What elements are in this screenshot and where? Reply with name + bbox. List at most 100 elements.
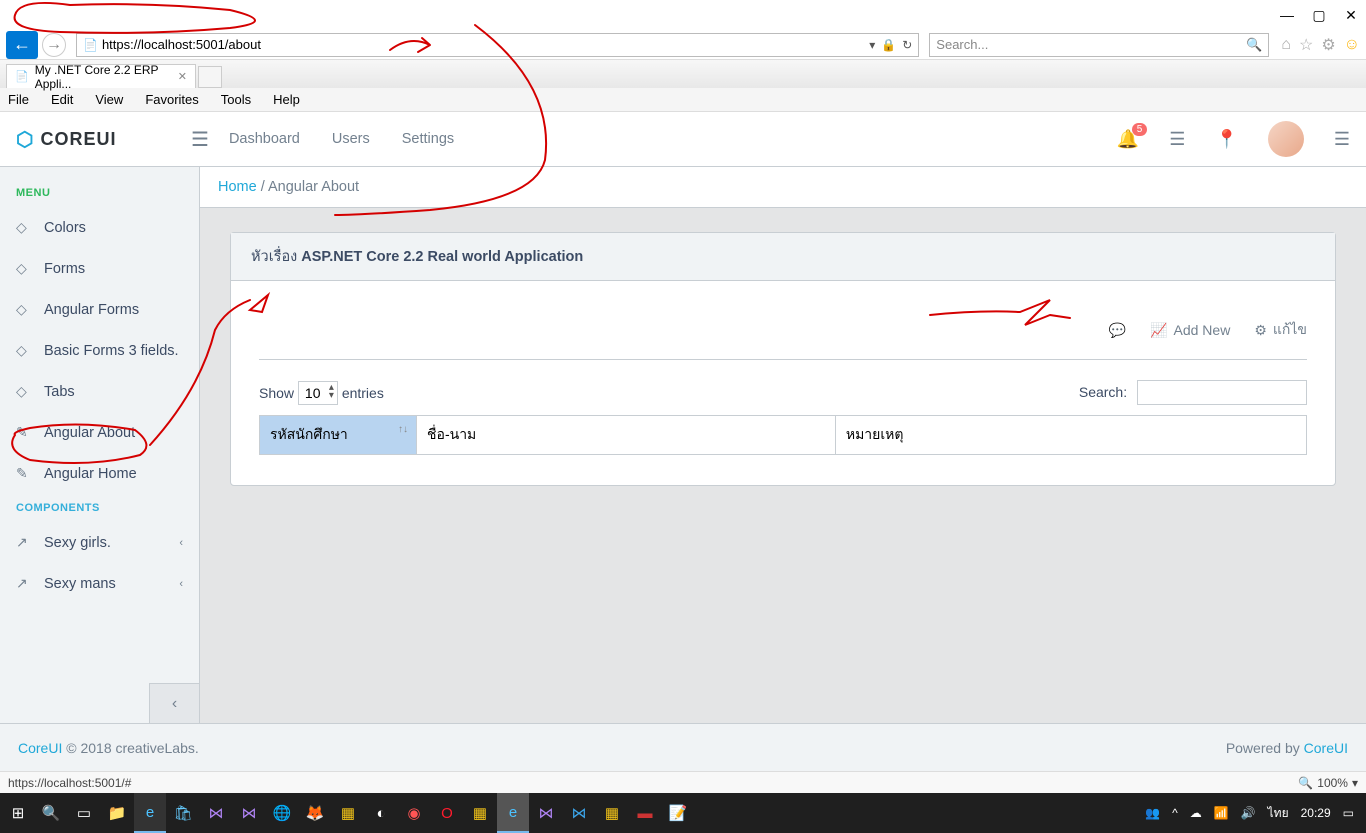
task-notepad[interactable]: 📝 — [662, 793, 694, 833]
task-app3[interactable]: ◉ — [398, 793, 430, 833]
menu-edit[interactable]: Edit — [51, 92, 73, 107]
task-view[interactable]: ▭ — [68, 793, 100, 833]
user-avatar[interactable] — [1268, 121, 1304, 157]
sidebar-toggle[interactable]: ☰ — [191, 127, 209, 152]
menu-tools[interactable]: Tools — [221, 92, 251, 107]
menu-file[interactable]: File — [8, 92, 29, 107]
task-vs2[interactable]: ⋈ — [233, 793, 265, 833]
edit-button[interactable]: ⚙แก้ไข — [1254, 319, 1307, 341]
menu-help[interactable]: Help — [273, 92, 300, 107]
lock-icon: 🔒 — [881, 38, 896, 52]
sidebar-item-tabs[interactable]: ◇ Tabs — [0, 371, 199, 412]
task-app4[interactable]: ▦ — [464, 793, 496, 833]
task-chrome[interactable]: 🌐 — [266, 793, 298, 833]
dropdown-icon[interactable]: ▾ — [869, 38, 875, 52]
page-icon: 📄 — [83, 38, 98, 52]
favorites-icon[interactable]: ☆ — [1299, 35, 1313, 55]
drop-icon: ◇ — [16, 383, 30, 400]
sidebar-item-sexy-mans[interactable]: ↗Sexy mans‹ — [0, 563, 199, 604]
start-button[interactable]: ⊞ — [2, 793, 34, 833]
task-edge[interactable]: e — [134, 793, 166, 833]
sidebar-item-angular-home[interactable]: ✎Angular Home — [0, 453, 199, 494]
task-search[interactable]: 🔍 — [35, 793, 67, 833]
col-note[interactable]: หมายเหตุ — [835, 416, 1306, 455]
brand-text: COREUI — [40, 129, 116, 150]
tray-network-icon[interactable]: 📶 — [1214, 806, 1229, 820]
breadcrumb-current: Angular About — [268, 179, 359, 195]
tray-people-icon[interactable]: 👥 — [1145, 806, 1160, 820]
task-vs1[interactable]: ⋈ — [200, 793, 232, 833]
search-input[interactable] — [1137, 380, 1307, 405]
task-ie[interactable]: e — [497, 793, 529, 833]
tray-notifications-icon[interactable]: ▭ — [1343, 806, 1354, 820]
card-header: หัวเรื่อง ASP.NET Core 2.2 Real world Ap… — [231, 233, 1335, 281]
aside-toggle[interactable]: ☰ — [1334, 129, 1350, 150]
sidebar-item-label: Sexy girls. — [44, 535, 111, 551]
sidebar-item-label: Tabs — [44, 384, 75, 400]
task-vscode[interactable]: ⋈ — [563, 793, 595, 833]
zoom-control[interactable]: 🔍 100% ▾ — [1298, 776, 1358, 790]
nav-users[interactable]: Users — [332, 131, 370, 147]
sidebar-item-forms[interactable]: ◇Forms — [0, 248, 199, 289]
sidebar-item-angular-about[interactable]: ✎Angular About — [0, 412, 199, 453]
browser-forward-button[interactable]: → — [42, 33, 66, 57]
add-new-button[interactable]: 📈Add New — [1150, 319, 1230, 341]
sidebar-item-basic-forms[interactable]: ◇Basic Forms 3 fields. — [0, 330, 199, 371]
window-close[interactable]: ✕ — [1344, 8, 1358, 22]
tools-icon[interactable]: ⚙ — [1321, 35, 1335, 55]
menu-view[interactable]: View — [95, 92, 123, 107]
length-select[interactable]: 10 — [298, 381, 338, 405]
list-icon[interactable]: ☰ — [1169, 129, 1185, 150]
task-vs3[interactable]: ⋈ — [530, 793, 562, 833]
sidebar-item-colors[interactable]: ◇Colors — [0, 207, 199, 248]
tray-clock[interactable]: 20:29 — [1301, 806, 1331, 820]
task-app2[interactable]: ◐ — [365, 793, 397, 833]
brand-logo[interactable]: ⬡ COREUI — [16, 127, 171, 152]
notifications-button[interactable]: 🔔 5 — [1117, 129, 1139, 150]
sidebar-item-label: Colors — [44, 220, 86, 236]
footer-brand-link[interactable]: CoreUI — [18, 740, 62, 756]
sidebar-item-sexy-girls[interactable]: ↗Sexy girls.‹ — [0, 522, 199, 563]
comment-button[interactable]: 💬 — [1109, 319, 1126, 341]
breadcrumb-home[interactable]: Home — [218, 179, 257, 195]
address-bar[interactable]: 📄 https://localhost:5001/about ▾ 🔒 ↻ — [76, 33, 919, 57]
refresh-icon[interactable]: ↻ — [902, 38, 912, 52]
menu-favorites[interactable]: Favorites — [145, 92, 198, 107]
tray-cloud-icon[interactable]: ☁ — [1190, 806, 1202, 820]
browser-tab[interactable]: 📄 My .NET Core 2.2 ERP Appli... ✕ — [6, 64, 196, 88]
col-student-id[interactable]: รหัสนักศึกษา↑↓ — [260, 416, 417, 455]
nav-settings[interactable]: Settings — [402, 131, 454, 147]
chevron-left-icon: ‹ — [179, 578, 183, 590]
sidebar-minimizer[interactable]: ‹ — [149, 683, 199, 723]
browser-search-input[interactable]: Search... 🔍 — [929, 33, 1269, 57]
home-icon[interactable]: ⌂ — [1281, 36, 1291, 54]
window-maximize[interactable]: ▢ — [1312, 8, 1326, 22]
task-app5[interactable]: ▦ — [596, 793, 628, 833]
search-icon[interactable]: 🔍 — [1246, 37, 1262, 53]
location-icon[interactable]: 📍 — [1215, 129, 1237, 150]
sidebar-item-label: Angular About — [44, 425, 135, 441]
url-text: https://localhost:5001/about — [102, 37, 261, 52]
window-minimize[interactable]: — — [1280, 8, 1294, 22]
feedback-icon[interactable]: ☺ — [1344, 36, 1360, 54]
footer-powered-link[interactable]: CoreUI — [1304, 740, 1348, 756]
tab-close-icon[interactable]: ✕ — [178, 70, 187, 83]
task-app1[interactable]: ▦ — [332, 793, 364, 833]
browser-back-button[interactable]: ← — [6, 31, 38, 59]
task-store[interactable]: 🛍 — [167, 793, 199, 833]
task-opera[interactable]: O — [431, 793, 463, 833]
sidebar-heading-components: COMPONENTS — [0, 494, 199, 522]
tray-language[interactable]: ไทย — [1268, 804, 1289, 823]
nav-dashboard[interactable]: Dashboard — [229, 131, 300, 147]
footer-copy: © 2018 creativeLabs. — [62, 740, 198, 756]
tray-chevron-icon[interactable]: ^ — [1172, 806, 1178, 820]
col-name[interactable]: ชื่อ-นาม — [417, 416, 836, 455]
task-app6[interactable]: ▬ — [629, 793, 661, 833]
datatable-length: Show 10 ▴▾ entries — [259, 381, 384, 405]
tray-volume-icon[interactable]: 🔊 — [1241, 806, 1256, 820]
sidebar-item-angular-forms[interactable]: ◇Angular Forms — [0, 289, 199, 330]
task-explorer[interactable]: 📁 — [101, 793, 133, 833]
sidebar-item-label: Forms — [44, 261, 85, 277]
new-tab-button[interactable] — [198, 66, 222, 88]
task-firefox[interactable]: 🦊 — [299, 793, 331, 833]
